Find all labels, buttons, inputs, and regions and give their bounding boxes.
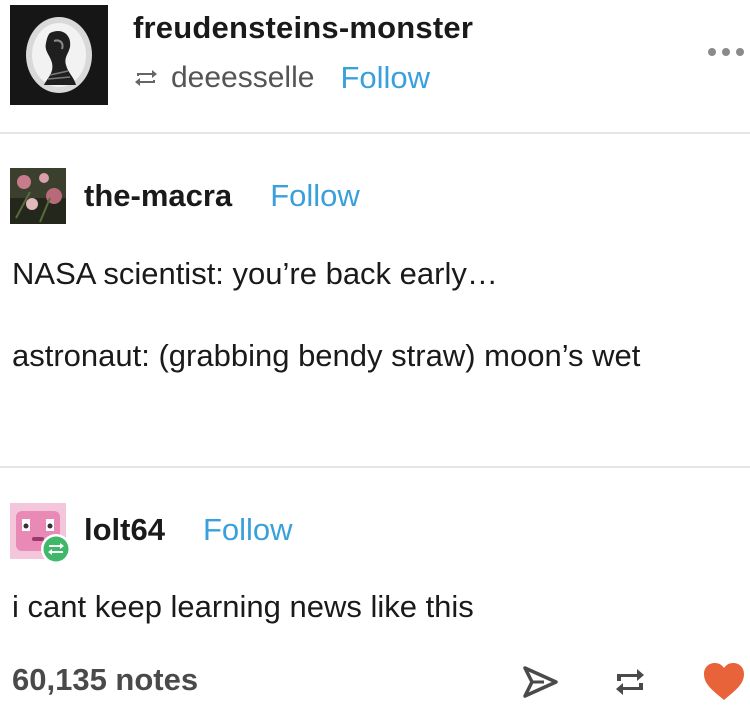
rose-avatar-icon	[10, 168, 66, 224]
cameo-avatar-icon	[10, 5, 108, 105]
user-avatar[interactable]	[10, 168, 66, 224]
share-icon[interactable]	[520, 662, 560, 702]
divider	[0, 132, 750, 134]
post-text: astronaut: (grabbing bendy straw) moon’s…	[12, 338, 641, 373]
blog-name[interactable]: freudensteins-monster	[133, 10, 473, 46]
reblogged-from-user[interactable]: deeesselle	[171, 61, 314, 95]
post-header: freudensteins-monster deeesselle Follow	[0, 0, 750, 132]
follow-button[interactable]: Follow	[270, 178, 360, 214]
follow-button[interactable]: Follow	[340, 60, 430, 96]
post-text: i cant keep learning news like this	[12, 589, 474, 624]
reblog-badge-icon	[41, 534, 71, 564]
reblog-source: deeesselle Follow	[133, 58, 430, 98]
post-text: NASA scientist: you’re back early…	[12, 256, 498, 291]
post-username[interactable]: lolt64	[84, 512, 165, 548]
more-dots-icon[interactable]	[708, 44, 744, 60]
like-heart-icon[interactable]	[702, 662, 746, 702]
divider	[0, 466, 750, 468]
blog-avatar[interactable]	[10, 5, 108, 105]
post-author-row: lolt64 Follow	[84, 500, 293, 560]
reblog-icon[interactable]	[610, 662, 650, 702]
post-username[interactable]: the-macra	[84, 178, 232, 214]
follow-button[interactable]: Follow	[203, 512, 293, 548]
notes-count[interactable]: 60,135 notes	[12, 662, 198, 698]
user-avatar[interactable]	[10, 503, 71, 564]
reblog-icon	[135, 70, 157, 86]
post-author-row: the-macra Follow	[84, 166, 360, 226]
